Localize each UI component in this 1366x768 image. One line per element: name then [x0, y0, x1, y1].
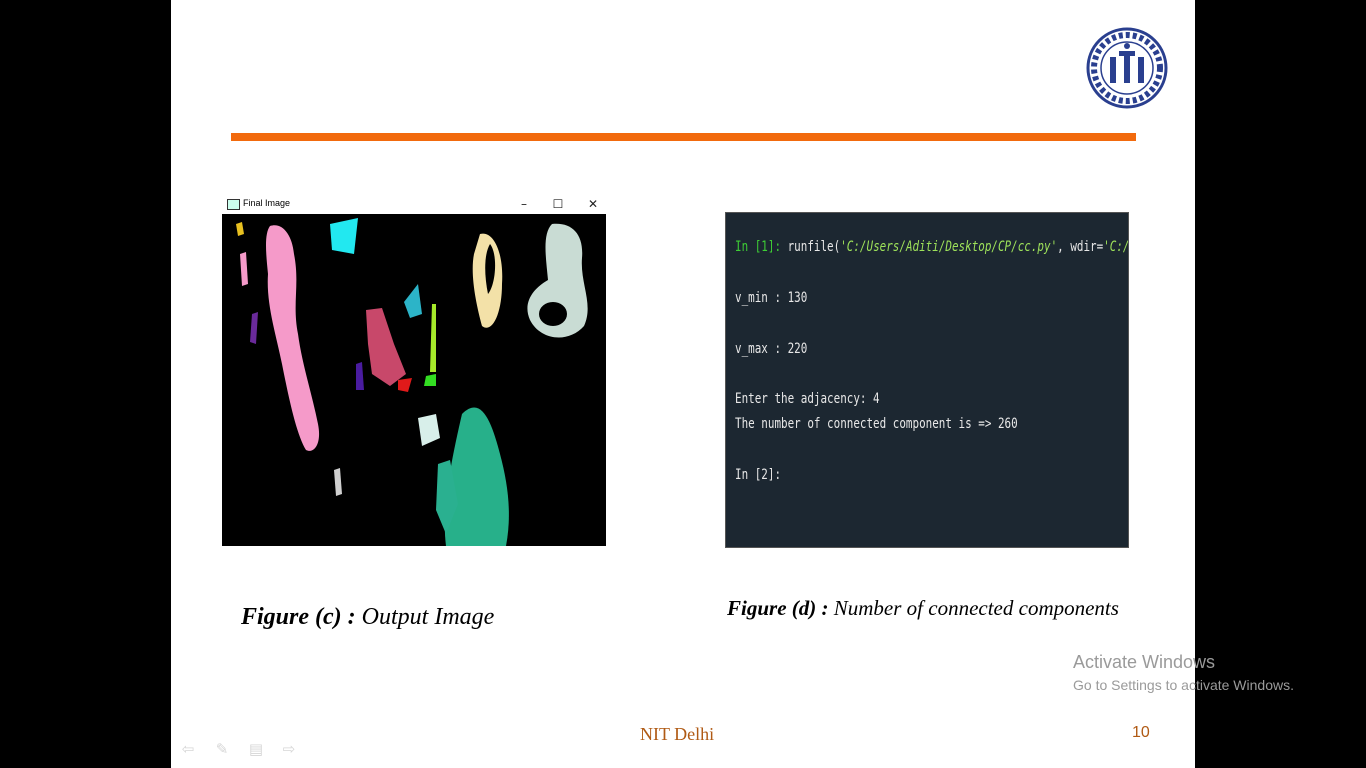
minimize-button[interactable]: –: [514, 195, 534, 213]
caption-d-label: Figure (d) :: [727, 596, 829, 620]
close-button[interactable]: ✕: [583, 195, 603, 213]
console-code: runfile(: [781, 239, 841, 255]
console-string: 'C:/Users/Aditi: [1103, 239, 1129, 255]
console-code: , wdir=: [1057, 239, 1104, 255]
console-prompt: In [1]:: [735, 239, 782, 255]
maximize-button[interactable]: ☐: [548, 195, 568, 213]
caption-c-label: Figure (c) :: [241, 604, 356, 630]
caption-c-text: Output Image: [355, 604, 495, 630]
forward-arrow-icon[interactable]: ⇨: [280, 740, 298, 758]
menu-icon[interactable]: ▤: [247, 740, 265, 758]
back-arrow-icon[interactable]: ⇦: [179, 740, 197, 758]
segmented-output-image: [222, 214, 606, 546]
caption-figure-d: Figure (d) : Number of connected compone…: [727, 596, 1119, 621]
window-title: Final Image: [243, 198, 291, 208]
window-title-bar: Final Image – ☐ ✕: [222, 194, 606, 214]
console-line-runfile: In [1]: runfile('C:/Users/Aditi/Desktop/…: [735, 239, 1129, 255]
console-line-vmax: v_max : 220: [735, 341, 808, 357]
python-console: In [1]: runfile('C:/Users/Aditi/Desktop/…: [725, 212, 1129, 548]
console-string: 'C:/Users/Aditi/Desktop/CP/cc.py': [840, 239, 1058, 255]
console-line-result: The number of connected component is => …: [735, 416, 1018, 432]
nit-delhi-logo: [1086, 27, 1168, 109]
console-line-vmin: v_min : 130: [735, 290, 808, 306]
activate-windows-subtitle: Go to Settings to activate Windows.: [1073, 677, 1294, 693]
accent-divider: [231, 133, 1136, 141]
page-number: 10: [1132, 724, 1150, 741]
console-line-adjacency: Enter the adjacency: 4: [735, 391, 880, 407]
console-prompt-next: In [2]:: [735, 467, 782, 483]
app-window-icon: [227, 199, 240, 210]
pen-icon[interactable]: ✎: [213, 740, 231, 758]
caption-figure-c: Figure (c) : Output Image: [241, 604, 494, 631]
caption-d-text: Number of connected components: [828, 596, 1119, 620]
activate-windows-title: Activate Windows: [1073, 652, 1216, 672]
footer-org: NIT Delhi: [640, 724, 715, 744]
